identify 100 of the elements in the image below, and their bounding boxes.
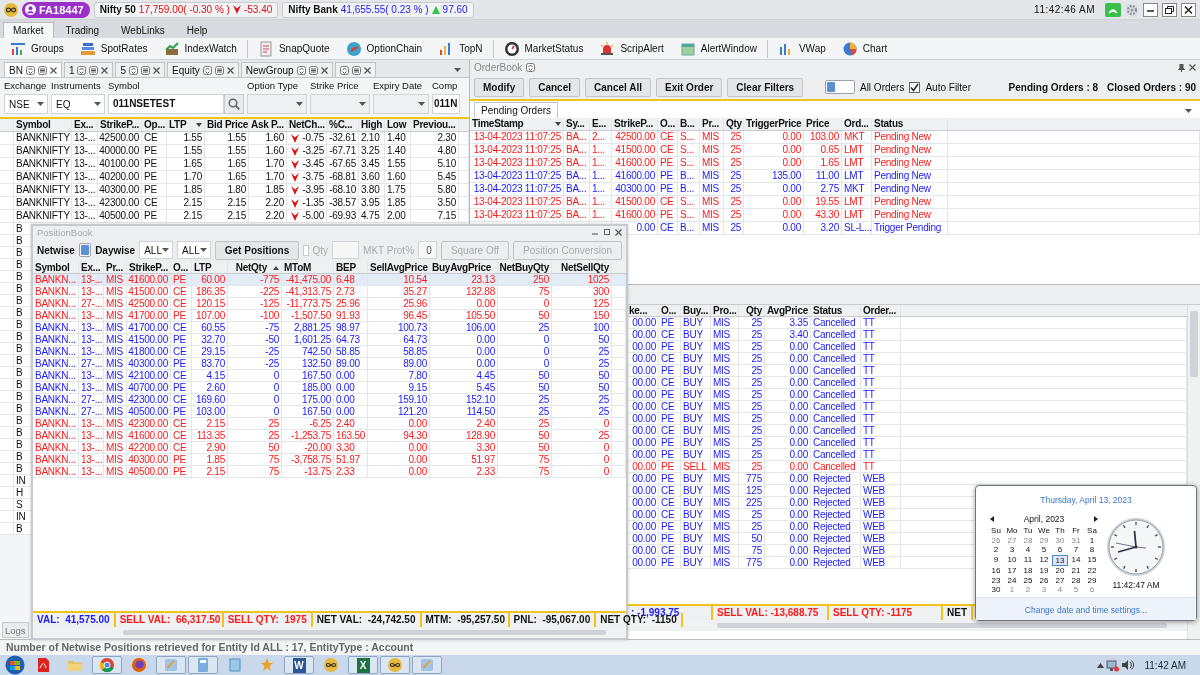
list-icon[interactable] xyxy=(351,65,361,75)
table-row[interactable]: BANKN... 13-... MIS 41800.00 CE 29.15 -25 742.50 58.85 58.85 0.00 0 25 xyxy=(33,346,626,358)
speaker-icon[interactable] xyxy=(1121,659,1135,671)
maximize-button[interactable] xyxy=(603,228,611,236)
group-tab[interactable]: BN xyxy=(4,62,62,77)
calendar-day[interactable]: 4 xyxy=(1052,585,1068,595)
table-row[interactable]: BANKN... 27-... MIS 42300.00 CE 169.60 0 175.00 0.00 159.10 152.10 25 25 xyxy=(33,394,626,406)
column-header[interactable]: Bid Price xyxy=(205,119,249,131)
column-header[interactable]: LTP xyxy=(192,262,228,273)
table-row[interactable]: 13-04-2023 11:07:25 BA... 1... 41600.00 PE S... MIS 25 0.00 43.30 LMT Pending New xyxy=(470,209,1200,222)
table-row[interactable]: BANKN... 13-... MIS 42200.00 CE 2.90 50 -20.00 3.30 0.00 3.30 50 0 xyxy=(33,442,626,454)
pin-icon[interactable] xyxy=(1178,63,1185,72)
dropdown[interactable]: EQ xyxy=(51,94,105,114)
column-header[interactable]: %C... xyxy=(327,119,359,131)
taskbar-button[interactable] xyxy=(380,656,410,674)
column-header[interactable]: B... xyxy=(678,118,700,130)
toggle-switch[interactable] xyxy=(824,80,855,94)
menu-tab[interactable]: Market xyxy=(3,22,54,38)
column-header[interactable]: O... xyxy=(658,118,678,130)
table-row[interactable]: 00.00 PE BUY MIS 25 0.00 Cancelled TT xyxy=(627,389,1187,401)
text-field[interactable]: 011N xyxy=(432,94,460,114)
calendar-day[interactable]: 18 xyxy=(1020,566,1036,576)
calendar-day[interactable]: 31 xyxy=(1068,535,1084,545)
calendar-day[interactable]: 29 xyxy=(1036,535,1052,545)
column-header[interactable]: TimeStamp xyxy=(470,118,564,130)
table-row[interactable]: BANKN... 13-... MIS 41700.00 PE 107.00 -100 -1,507.50 91.93 96.45 105.50 50 150 xyxy=(33,310,626,322)
column-header[interactable]: Ask P... xyxy=(249,119,287,131)
calendar-day[interactable]: 2 xyxy=(1020,585,1036,595)
next-month-icon[interactable] xyxy=(1094,515,1098,522)
calendar-day[interactable]: 14 xyxy=(1068,554,1084,566)
table-row[interactable]: BANKN... 27-... MIS 40500.00 PE 103.00 0 167.50 0.00 121.20 114.50 25 25 xyxy=(33,406,626,418)
calendar-day[interactable]: 28 xyxy=(1068,575,1084,585)
list-icon[interactable] xyxy=(37,65,47,75)
table-row[interactable]: BANKN... 13-... MIS 41700.00 CE 60.55 -75 2,881.25 98.97 100.73 106.00 25 100 xyxy=(33,322,626,334)
group-tab[interactable]: NewGroup xyxy=(240,62,333,77)
table-row[interactable]: BANKN... 27-... MIS 40300.00 PE 83.70 -25 132.50 89.00 89.00 0.00 0 25 xyxy=(33,358,626,370)
calendar-day[interactable]: 30 xyxy=(988,585,1004,595)
calendar-day[interactable]: 7 xyxy=(1068,545,1084,555)
table-row[interactable]: BANKN... 13-... MIS 42300.00 CE 2.15 25 -6.25 2.40 0.00 2.40 25 0 xyxy=(33,418,626,430)
table-row[interactable]: 13-04-2023 11:07:25 BA... 1... 41600.00 PE B... MIS 25 135.00 11.00 LMT Pending New xyxy=(470,170,1200,183)
calendar-day[interactable]: 6 xyxy=(1052,545,1068,555)
spin-icon[interactable] xyxy=(25,65,35,75)
calendar-day[interactable]: 1 xyxy=(1004,585,1020,595)
calendar-day[interactable]: 6 xyxy=(1084,585,1100,595)
close-icon[interactable] xyxy=(226,66,234,74)
group-tab[interactable]: Equity xyxy=(167,62,239,77)
group-tab[interactable]: 5 xyxy=(115,62,166,77)
close-icon[interactable] xyxy=(363,66,371,74)
minimize-button[interactable] xyxy=(1143,2,1158,17)
calendar-day[interactable]: 10 xyxy=(1004,554,1020,566)
previous-month-icon[interactable] xyxy=(990,515,994,522)
taskbar-button[interactable]: X xyxy=(348,656,378,674)
dropdown[interactable]: ALL xyxy=(139,241,173,259)
calendar-day[interactable]: 13 xyxy=(1052,554,1068,566)
toolbar-button[interactable]: TopN xyxy=(432,38,489,59)
button[interactable]: Modify xyxy=(474,77,525,97)
column-header[interactable]: TriggerPrice xyxy=(744,118,804,130)
calendar-day[interactable]: 3 xyxy=(1004,545,1020,555)
horizontal-scrollbar[interactable] xyxy=(33,627,626,638)
table-row[interactable]: BANKN... 13-... MIS 40500.00 PE 2.15 75 -13.75 2.33 0.00 2.33 75 0 xyxy=(33,466,626,478)
table-row[interactable]: 13-04-2023 11:07:25 BA... 1... 41500.00 CE S... MIS 25 0.00 0.65 LMT Pending New xyxy=(470,144,1200,157)
close-icon[interactable] xyxy=(153,66,161,74)
calendar-day[interactable]: 30 xyxy=(1052,535,1068,545)
table-row[interactable]: 13-04-2023 11:07:25 BA... 1... 40300.00 PE B... MIS 25 0.00 2.75 MKT Pending New xyxy=(470,183,1200,196)
toolbar-button[interactable]: SnapQuote xyxy=(251,38,336,59)
close-icon[interactable] xyxy=(1189,64,1196,71)
calendar-day[interactable]: 12 xyxy=(1036,554,1052,566)
calendar-day[interactable]: 2 xyxy=(988,545,1004,555)
month-title[interactable]: April, 2023 xyxy=(1023,513,1065,524)
calendar-day[interactable]: 16 xyxy=(988,566,1004,576)
table-row[interactable]: 00.00 CE BUY MIS 25 0.00 Cancelled TT xyxy=(627,425,1187,437)
button[interactable]: Exit Order xyxy=(656,77,723,97)
column-header[interactable]: BEP xyxy=(334,262,368,273)
column-header[interactable]: NetCh... xyxy=(287,119,327,131)
calendar-day[interactable]: 4 xyxy=(1020,545,1036,555)
dropdown[interactable]: NSE xyxy=(4,94,48,114)
close-icon[interactable] xyxy=(320,66,328,74)
list-icon[interactable] xyxy=(89,65,99,75)
close-button[interactable] xyxy=(1181,2,1196,17)
table-row[interactable]: 13-04-2023 11:07:25 BA... 2... 42500.00 CE S... MIS 25 0.00 103.00 MKT Pending New xyxy=(470,131,1200,144)
table-row[interactable]: 00.00 PE BUY MIS 25 0.00 Cancelled TT xyxy=(627,341,1187,353)
table-row[interactable]: BANKN... 13-... MIS 41600.00 CE 113.35 25 -1,253.75 163.50 94.30 128.90 50 25 xyxy=(33,430,626,442)
column-header[interactable]: NetQty xyxy=(228,262,282,273)
logs-tab[interactable]: Logs xyxy=(2,622,29,638)
taskbar-clock[interactable]: 11:42 AM xyxy=(1144,659,1186,671)
toolbar-button[interactable]: ScripAlert xyxy=(593,38,670,59)
close-icon[interactable] xyxy=(101,66,109,74)
list-icon[interactable] xyxy=(141,65,151,75)
column-header[interactable]: SellAvgPrice xyxy=(368,262,430,273)
button[interactable]: Clear Filters xyxy=(727,77,804,97)
calendar-day[interactable]: 29 xyxy=(1084,575,1100,585)
calendar-day[interactable]: 19 xyxy=(1036,566,1052,576)
table-row[interactable]: 00.00 PE BUY MIS 25 0.00 Cancelled TT xyxy=(627,449,1187,461)
column-header[interactable]: Pr... xyxy=(104,262,127,273)
checkbox[interactable] xyxy=(909,81,921,93)
spin-icon[interactable] xyxy=(129,65,139,75)
calendar-day[interactable]: 26 xyxy=(1036,575,1052,585)
toolbar-button[interactable]: OptionChain xyxy=(339,38,429,59)
spin-icon[interactable] xyxy=(339,65,349,75)
calendar-day[interactable]: 27 xyxy=(1004,535,1020,545)
